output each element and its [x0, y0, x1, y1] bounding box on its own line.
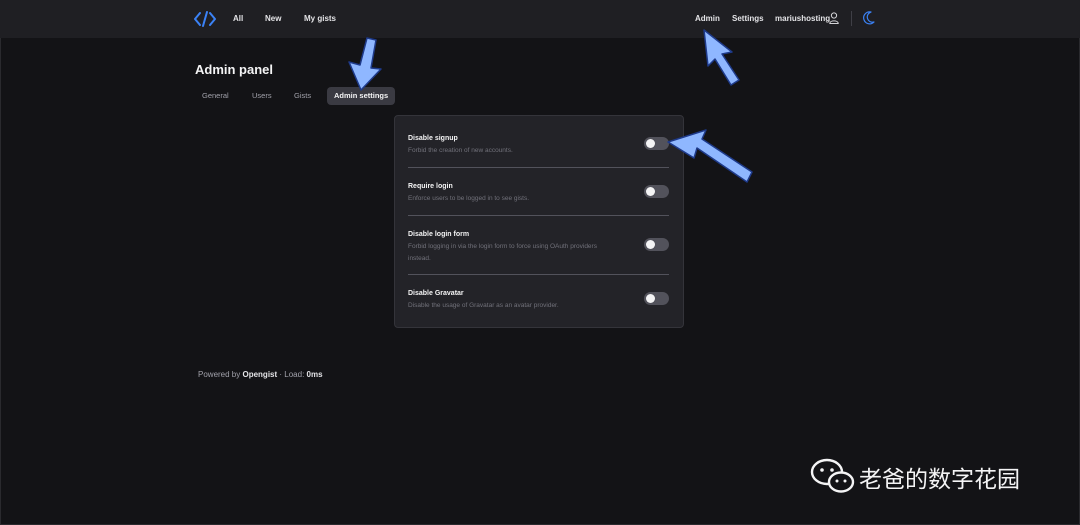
nav-settings-link[interactable]: Settings	[732, 14, 764, 23]
setting-description: Forbid logging in via the login form to …	[408, 243, 597, 262]
annotation-arrow-up-icon	[703, 29, 740, 86]
setting-title: Require login	[408, 183, 453, 190]
setting-description: Enforce users to be logged in to see gis…	[408, 195, 530, 202]
disable-gravatar-toggle[interactable]	[644, 292, 669, 305]
footer: Powered by Opengist · Load: 0ms	[198, 370, 323, 379]
tab-gists[interactable]: Gists	[287, 87, 318, 105]
setting-divider	[408, 274, 669, 275]
nav-all-link[interactable]: All	[233, 14, 243, 23]
setting-title: Disable signup	[408, 135, 458, 142]
toggle-knob	[646, 294, 655, 303]
setting-divider	[408, 167, 669, 168]
require-login-toggle[interactable]	[644, 185, 669, 198]
nav-admin-link[interactable]: Admin	[695, 14, 720, 23]
user-icon[interactable]	[829, 12, 839, 24]
tab-users[interactable]: Users	[245, 87, 279, 105]
setting-title: Disable Gravatar	[408, 290, 464, 297]
footer-load-label: · Load:	[279, 370, 305, 379]
page-title: Admin panel	[195, 62, 274, 77]
setting-disable-signup: Disable signup Forbid the creation of ne…	[408, 134, 669, 157]
annotation-arrow-down-icon	[348, 37, 382, 91]
setting-require-login: Require login Enforce users to be logged…	[408, 182, 669, 205]
toggle-knob	[646, 187, 655, 196]
navbar-divider	[851, 11, 852, 26]
setting-disable-login-form: Disable login form Forbid logging in via…	[408, 230, 669, 264]
setting-description: Forbid the creation of new accounts.	[408, 147, 513, 154]
code-logo-icon[interactable]	[194, 10, 216, 28]
setting-divider	[408, 215, 669, 216]
tab-general[interactable]: General	[195, 87, 236, 105]
setting-description: Disable the usage of Gravatar as an avat…	[408, 302, 559, 309]
nav-username-link[interactable]: mariushosting	[775, 14, 830, 23]
setting-title: Disable login form	[408, 231, 470, 238]
wechat-logo-icon	[810, 458, 855, 493]
setting-disable-gravatar: Disable Gravatar Disable the usage of Gr…	[408, 289, 669, 312]
admin-settings-panel: Disable signup Forbid the creation of ne…	[394, 115, 684, 328]
top-navbar: All New My gists Admin Settings mariusho…	[0, 0, 1080, 38]
footer-powered-text: Powered by	[198, 370, 241, 379]
disable-login-form-toggle[interactable]	[644, 238, 669, 251]
annotation-arrow-left-icon	[667, 129, 753, 183]
footer-load-value: 0ms	[306, 370, 323, 379]
moon-icon[interactable]	[863, 11, 875, 25]
opengist-link[interactable]: Opengist	[242, 370, 277, 379]
nav-my-gists-link[interactable]: My gists	[304, 14, 336, 23]
watermark-text: 老爸的数字花园	[859, 467, 1020, 493]
toggle-knob	[646, 240, 655, 249]
nav-new-link[interactable]: New	[265, 14, 281, 23]
toggle-knob	[646, 139, 655, 148]
